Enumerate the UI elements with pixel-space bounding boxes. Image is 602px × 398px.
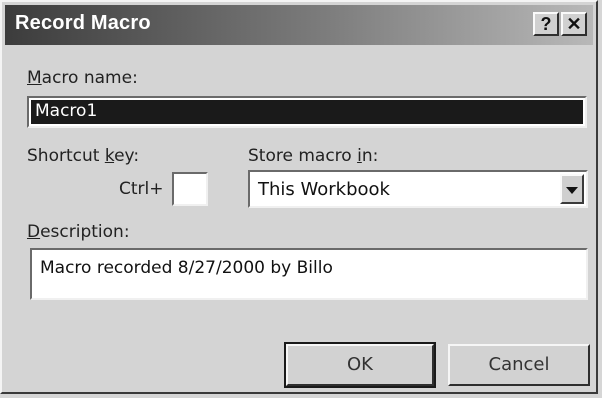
macro-name-value: Macro1 [35, 101, 98, 121]
title-bar[interactable]: Record Macro ? ✕ [5, 5, 593, 45]
record-macro-dialog: Record Macro ? ✕ Macro name: Macro1 Shor… [0, 0, 598, 394]
store-macro-value: This Workbook [258, 179, 390, 200]
store-macro-label: Store macro in: [248, 146, 379, 166]
description-input[interactable]: Macro recorded 8/27/2000 by Billo [30, 248, 588, 300]
dropdown-button[interactable] [560, 174, 584, 204]
store-macro-select[interactable]: This Workbook [248, 170, 588, 208]
macro-name-label: Macro name: [27, 68, 138, 88]
description-label: Description: [27, 222, 130, 242]
ok-button[interactable]: OK [284, 342, 436, 388]
macro-name-selection [31, 100, 583, 124]
close-icon[interactable]: ✕ [561, 12, 587, 36]
chevron-down-icon [566, 187, 578, 194]
shortcut-key-label: Shortcut key: [27, 146, 140, 166]
macro-name-label-rest: acro name: [41, 68, 138, 88]
help-icon[interactable]: ? [533, 12, 559, 36]
description-value: Macro recorded 8/27/2000 by Billo [40, 258, 333, 278]
ctrl-prefix-label: Ctrl+ [119, 179, 164, 199]
shortcut-key-input[interactable] [172, 172, 208, 206]
macro-name-input[interactable]: Macro1 [27, 96, 587, 128]
dialog-title: Record Macro [15, 12, 151, 34]
cancel-button[interactable]: Cancel [448, 344, 590, 386]
